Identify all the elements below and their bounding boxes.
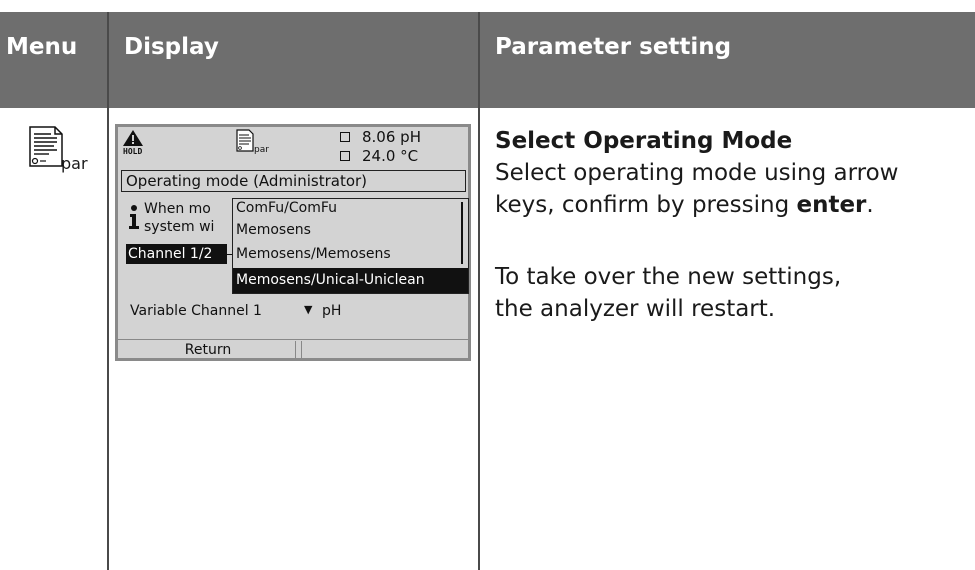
instruction-line2-text: keys, confirm by pressing bbox=[495, 192, 797, 218]
dropdown-option-selected[interactable]: Memosens/Unical-Uniclean bbox=[233, 268, 468, 293]
softkey-return-label: Return bbox=[184, 342, 232, 358]
instruction-line4: the analyzer will restart. bbox=[495, 296, 776, 322]
softkey-return[interactable]: Return bbox=[121, 341, 296, 359]
header-bar-parameter bbox=[480, 12, 975, 108]
operating-mode-dropdown[interactable]: ComFu/ComFu Memosens Memosens/Memosens M… bbox=[232, 198, 469, 294]
screen-title: Operating mode (Administrator) bbox=[126, 172, 368, 190]
instruction-line2: keys, confirm by pressing enter. bbox=[495, 192, 874, 218]
softkey-bar-divider bbox=[118, 339, 468, 340]
menu-icon-label: par bbox=[61, 154, 88, 173]
instruction-title: Select Operating Mode bbox=[495, 128, 793, 154]
header-parameter-setting: Parameter setting bbox=[495, 34, 732, 60]
info-text-line1: When mo bbox=[144, 201, 211, 217]
par-document-icon: par bbox=[29, 126, 88, 178]
header-display: Display bbox=[124, 34, 219, 60]
dropdown-option[interactable]: Memosens/Memosens bbox=[236, 246, 391, 262]
header-menu: Menu bbox=[6, 34, 78, 60]
info-icon bbox=[129, 205, 139, 229]
info-text-line2: system wi bbox=[144, 219, 215, 235]
dropdown-scrollbar[interactable] bbox=[461, 202, 463, 264]
hold-indicator: HOLD bbox=[123, 147, 143, 156]
instruction-line2-end: . bbox=[866, 192, 874, 218]
reading-temperature: 24.0 °C bbox=[362, 147, 419, 165]
instruction-line1: Select operating mode using arrow bbox=[495, 160, 899, 186]
instruction-line3: To take over the new settings, bbox=[495, 264, 842, 290]
softkey-right[interactable] bbox=[301, 341, 467, 359]
variable-channel-value[interactable]: pH bbox=[322, 303, 341, 319]
header-bar-display bbox=[109, 12, 478, 108]
enter-key-label: enter bbox=[796, 192, 867, 218]
variable-channel-label: Variable Channel 1 bbox=[130, 303, 262, 319]
column-divider-left bbox=[107, 12, 109, 570]
channel2-indicator-icon bbox=[340, 151, 350, 161]
column-divider-right bbox=[478, 12, 480, 570]
par-mode-label: par bbox=[254, 145, 269, 155]
channel-label: Channel 1/2 bbox=[126, 244, 227, 264]
dropdown-option[interactable]: ComFu/ComFu bbox=[236, 200, 337, 216]
channel1-indicator-icon bbox=[340, 132, 350, 142]
variable-arrow-icon: ▼ bbox=[304, 303, 313, 316]
warning-icon bbox=[123, 130, 143, 146]
dropdown-option[interactable]: Memosens bbox=[236, 222, 311, 238]
reading-ph: 8.06 pH bbox=[362, 128, 421, 146]
header-bar-menu bbox=[0, 12, 107, 108]
device-display: HOLD par 8.06 pH 24.0 °C Operating mode … bbox=[115, 124, 471, 361]
